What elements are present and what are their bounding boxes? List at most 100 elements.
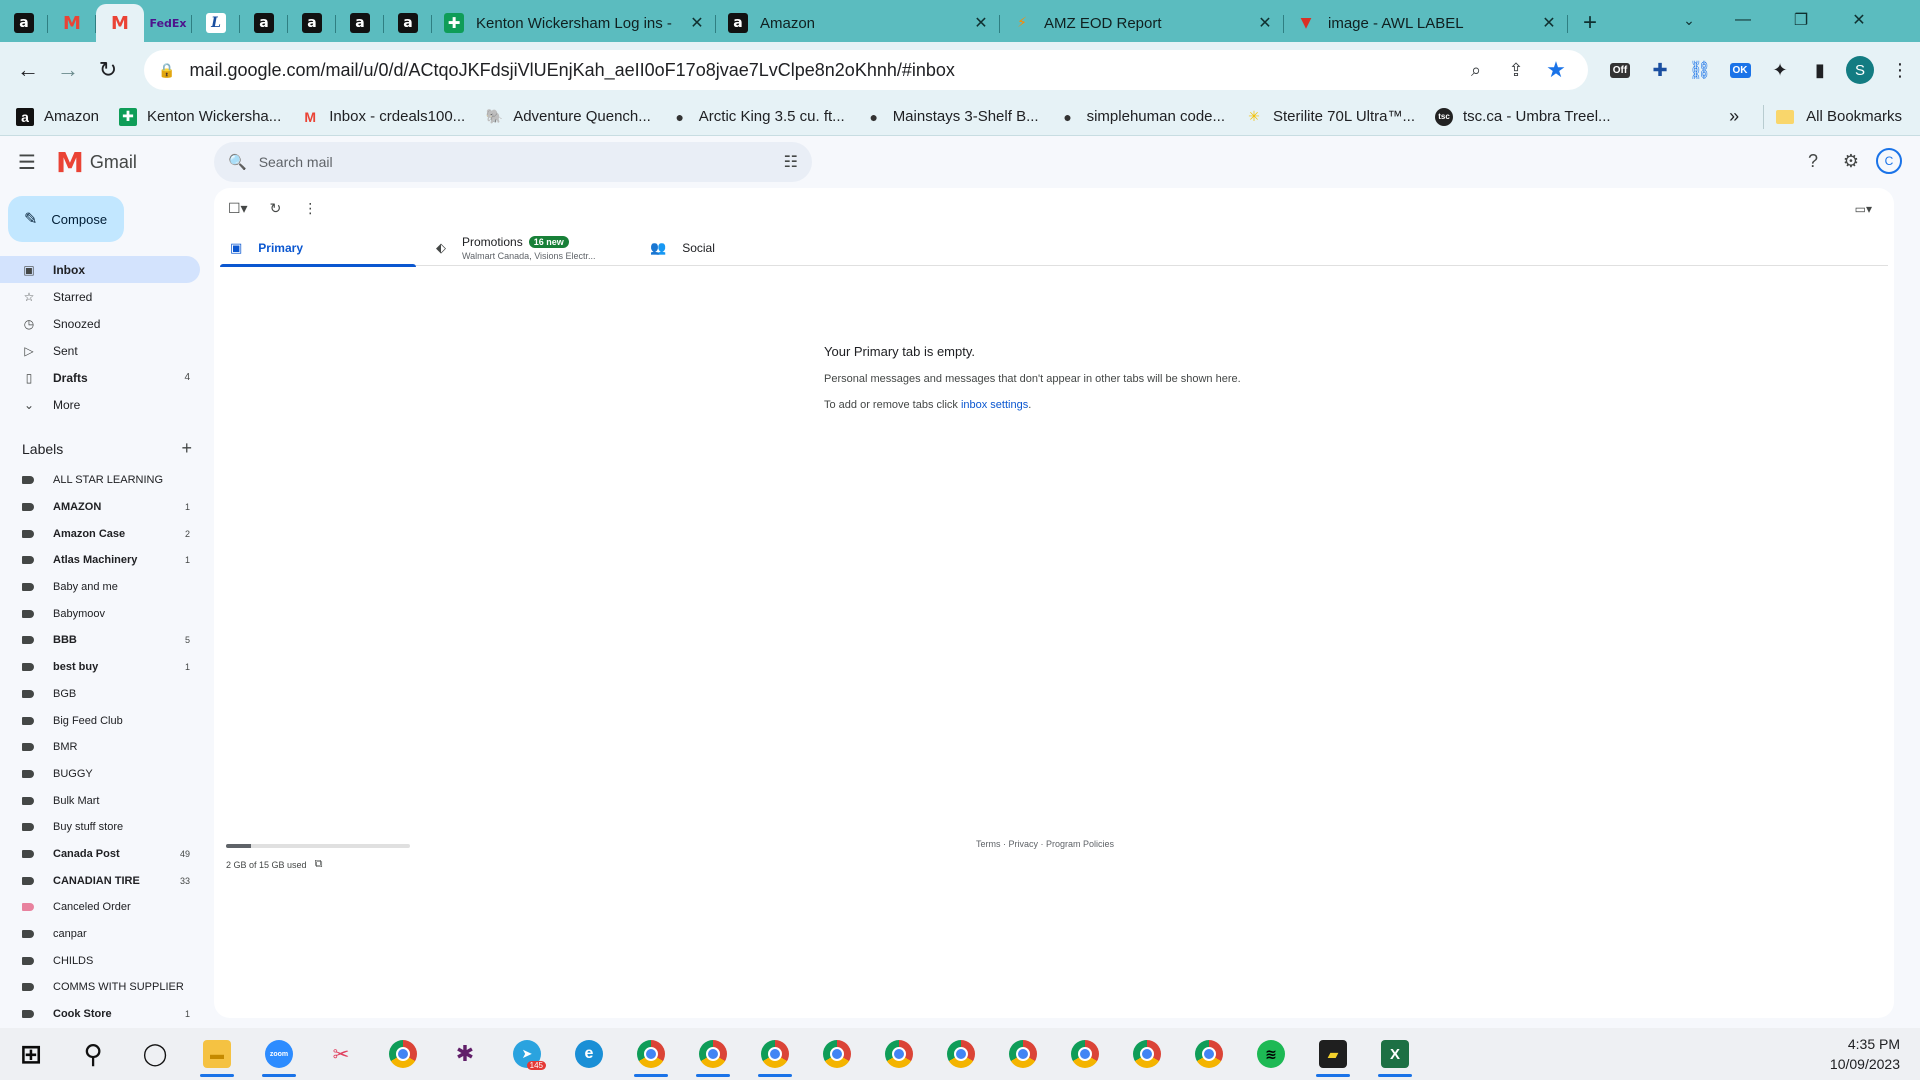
refresh-icon[interactable]: ↻ xyxy=(270,200,282,217)
zoom-magnifier-icon[interactable]: ⌕ xyxy=(1456,60,1496,81)
taskbar-app[interactable]: ➤ 145 xyxy=(496,1028,558,1080)
split-pane-toggle-icon[interactable]: ▭▾ xyxy=(1855,202,1872,216)
taskbar-app[interactable]: ◯ xyxy=(124,1028,186,1080)
folder-item-drafts[interactable]: ▯ Drafts 4 xyxy=(0,364,200,391)
label-item[interactable]: Buy stuff store xyxy=(0,814,200,841)
bookmark-item[interactable]: ✳ Sterilite 70L Ultra™... xyxy=(1245,108,1415,126)
forward-arrow-icon[interactable]: → xyxy=(48,50,88,90)
label-item[interactable]: Bulk Mart xyxy=(0,787,200,814)
url-text[interactable]: mail.google.com/mail/u/0/d/ACtqoJKFdsjiV… xyxy=(189,60,1456,81)
taskbar-app[interactable]: ✂ xyxy=(310,1028,372,1080)
open-external-icon[interactable]: ⧉ xyxy=(315,858,323,871)
create-label-plus-icon[interactable]: + xyxy=(181,438,192,459)
label-item[interactable]: Big Feed Club xyxy=(0,707,200,734)
search-icon[interactable]: 🔍 xyxy=(228,153,247,171)
label-item[interactable]: AMAZON 1 xyxy=(0,494,200,521)
system-clock[interactable]: 4:35 PM 10/09/2023 xyxy=(1830,1034,1900,1074)
taskbar-app[interactable]: e xyxy=(558,1028,620,1080)
pinned-tab[interactable]: a xyxy=(288,4,336,42)
taskbar-app[interactable] xyxy=(930,1028,992,1080)
main-menu-icon[interactable]: ☰ xyxy=(18,150,42,175)
extension-puzzle-blue-icon[interactable]: ✚ xyxy=(1640,50,1680,90)
label-item[interactable]: BUGGY xyxy=(0,761,200,788)
bookmark-item[interactable]: ● Mainstays 3-Shelf B... xyxy=(865,108,1038,126)
folder-item-snoozed[interactable]: ◷ Snoozed xyxy=(0,310,200,337)
label-item[interactable]: CANADIAN TIRE 33 xyxy=(0,867,200,894)
label-item[interactable]: best buy 1 xyxy=(0,654,200,681)
bookmark-item[interactable]: ● simplehuman code... xyxy=(1059,108,1225,126)
taskbar-app[interactable]: ≋ xyxy=(1240,1028,1302,1080)
pinned-tab[interactable]: a xyxy=(0,4,48,42)
bookmark-star-icon[interactable]: ★ xyxy=(1536,57,1576,83)
tab-close-icon[interactable]: ✕ xyxy=(1540,13,1558,33)
pinned-tab[interactable]: a xyxy=(336,4,384,42)
account-avatar[interactable]: C xyxy=(1876,148,1902,174)
minimize-icon[interactable]: — xyxy=(1714,0,1772,40)
close-window-icon[interactable]: ✕ xyxy=(1830,0,1888,40)
label-item[interactable]: Babymoov xyxy=(0,600,200,627)
address-bar[interactable]: 🔒 mail.google.com/mail/u/0/d/ACtqoJKFdsj… xyxy=(144,50,1588,90)
inbox-settings-link[interactable]: inbox settings xyxy=(961,399,1028,411)
taskbar-app[interactable] xyxy=(992,1028,1054,1080)
extension-ok-icon[interactable]: OK xyxy=(1720,50,1760,90)
taskbar-app[interactable]: ✱ xyxy=(434,1028,496,1080)
folder-item-inbox[interactable]: ▣ Inbox xyxy=(0,256,200,283)
share-icon[interactable]: ⇪ xyxy=(1496,60,1536,81)
taskbar-app[interactable] xyxy=(806,1028,868,1080)
pinned-tab[interactable]: FedEx xyxy=(144,4,192,42)
tab-primary[interactable]: ▣ Primary xyxy=(220,230,416,267)
select-all-checkbox[interactable]: ☐▾ xyxy=(228,200,248,217)
all-bookmarks-button[interactable]: All Bookmarks xyxy=(1763,104,1902,129)
help-icon[interactable]: ? xyxy=(1794,151,1832,172)
taskbar-app[interactable]: zoom xyxy=(248,1028,310,1080)
bookmark-item[interactable]: M Inbox - crdeals100... xyxy=(301,108,465,126)
tab-close-icon[interactable]: ✕ xyxy=(972,13,990,33)
pinned-tab[interactable]: M xyxy=(48,4,96,42)
extension-link-icon[interactable]: ⛓ xyxy=(1680,50,1720,90)
search-bar[interactable]: 🔍 ☷ xyxy=(214,142,812,182)
label-item[interactable]: BGB xyxy=(0,681,200,708)
bookmark-item[interactable]: 🐘 Adventure Quench... xyxy=(485,108,650,126)
bookmark-item[interactable]: ● Arctic King 3.5 cu. ft... xyxy=(671,108,845,126)
taskbar-app[interactable] xyxy=(1178,1028,1240,1080)
taskbar-app[interactable] xyxy=(744,1028,806,1080)
label-item[interactable]: COMMS WITH SUPPLIER xyxy=(0,974,200,1001)
browser-tab[interactable]: a Amazon ✕ xyxy=(716,4,1000,42)
pinned-tab[interactable]: M xyxy=(96,4,144,42)
pinned-tab[interactable]: L xyxy=(192,4,240,42)
label-item[interactable]: Atlas Machinery 1 xyxy=(0,547,200,574)
footer-links[interactable]: Terms · Privacy · Program Policies xyxy=(976,839,1114,849)
browser-menu-icon[interactable]: ⋮ xyxy=(1880,50,1920,90)
taskbar-app[interactable] xyxy=(682,1028,744,1080)
back-arrow-icon[interactable]: ← xyxy=(8,50,48,90)
browser-tab[interactable]: ✚ Kenton Wickersham Log ins - ✕ xyxy=(432,4,716,42)
browser-tab[interactable]: ⚡ AMZ EOD Report ✕ xyxy=(1000,4,1284,42)
taskbar-app[interactable]: X xyxy=(1364,1028,1426,1080)
bookmark-item[interactable]: ✚ Kenton Wickersha... xyxy=(119,107,281,126)
tab-social[interactable]: 👥 Social xyxy=(626,230,826,266)
extension-off-icon[interactable]: Off xyxy=(1600,50,1640,90)
tab-close-icon[interactable]: ✕ xyxy=(688,13,706,33)
lock-icon[interactable]: 🔒 xyxy=(158,62,175,79)
profile-avatar[interactable]: S xyxy=(1840,50,1880,90)
folder-item-sent[interactable]: ▷ Sent xyxy=(0,337,200,364)
label-item[interactable]: ALL STAR LEARNING xyxy=(0,467,200,494)
bookmarks-overflow-icon[interactable]: » xyxy=(1729,106,1739,127)
bookmark-item[interactable]: a Amazon xyxy=(16,107,99,126)
compose-button[interactable]: ✎ Compose xyxy=(8,196,124,242)
taskbar-app[interactable] xyxy=(1054,1028,1116,1080)
taskbar-app[interactable]: ▬ xyxy=(186,1028,248,1080)
extensions-puzzle-icon[interactable]: ✦ xyxy=(1760,50,1800,90)
tab-close-icon[interactable]: ✕ xyxy=(1256,13,1274,33)
browser-tab[interactable]: ▼ image - AWL LABEL ✕ xyxy=(1284,4,1568,42)
reload-icon[interactable]: ↻ xyxy=(88,50,128,90)
settings-gear-icon[interactable]: ⚙ xyxy=(1832,151,1870,172)
taskbar-app[interactable]: ▰ xyxy=(1302,1028,1364,1080)
label-item[interactable]: Baby and me xyxy=(0,574,200,601)
side-panel-icon[interactable]: ▮ xyxy=(1800,50,1840,90)
search-input[interactable] xyxy=(258,154,784,170)
more-actions-icon[interactable]: ⋮ xyxy=(303,200,317,217)
taskbar-app[interactable]: ⚲ xyxy=(62,1028,124,1080)
taskbar-app[interactable] xyxy=(868,1028,930,1080)
label-item[interactable]: Cook Store 1 xyxy=(0,1001,200,1028)
